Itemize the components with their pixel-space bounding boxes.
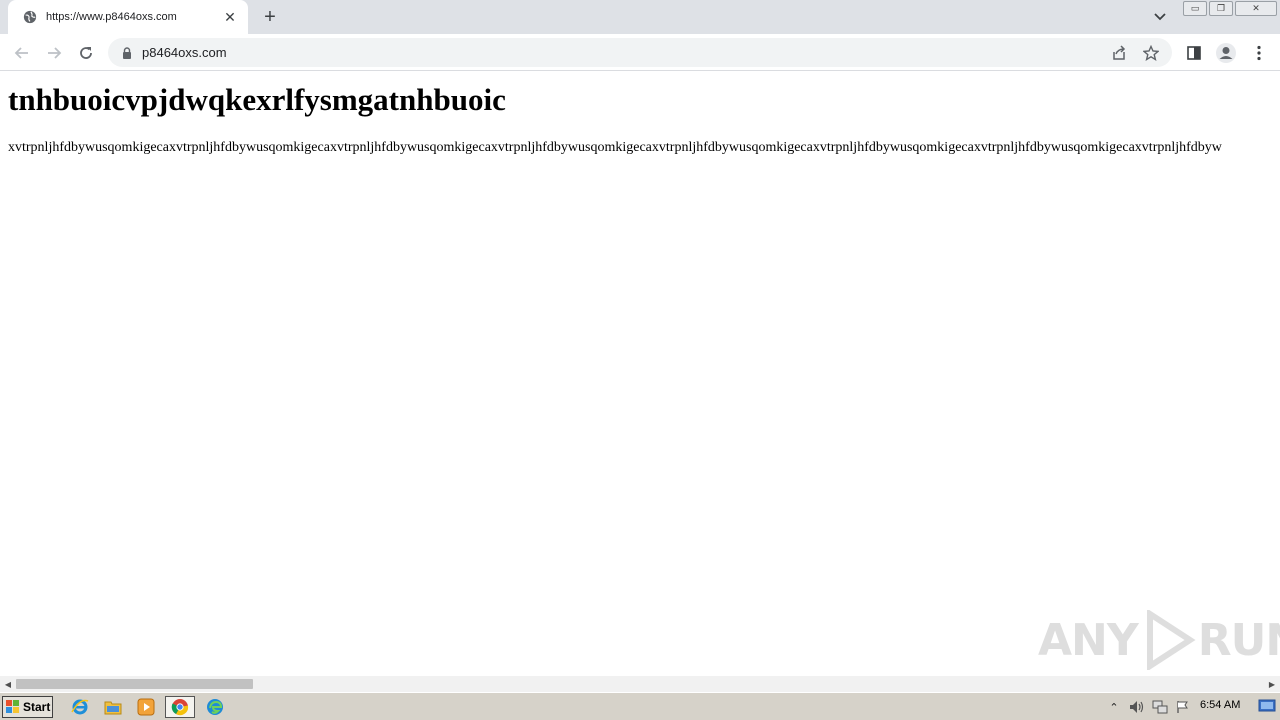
file-explorer-icon[interactable] <box>101 696 125 718</box>
tab-strip: https://www.p8464oxs.com ✕ + ▭ ❐ ✕ <box>0 0 1280 34</box>
show-desktop-icon[interactable] <box>1258 699 1276 713</box>
minimize-button[interactable]: ▭ <box>1183 1 1207 16</box>
volume-icon[interactable] <box>1127 698 1147 716</box>
kebab-menu-icon[interactable] <box>1247 41 1271 65</box>
browser-tab-active[interactable]: https://www.p8464oxs.com ✕ <box>8 0 248 34</box>
side-panel-icon[interactable] <box>1182 41 1206 65</box>
horizontal-scrollbar[interactable]: ◀ ▶ <box>0 676 1280 692</box>
start-button[interactable]: Start <box>2 696 53 718</box>
taskbar: Start ⌃ 6:54 AM <box>0 692 1280 720</box>
url-text[interactable]: p8464oxs.com <box>142 45 1108 60</box>
new-tab-button[interactable]: + <box>258 6 282 28</box>
reload-button[interactable] <box>75 42 97 64</box>
play-logo-icon <box>1146 610 1196 670</box>
chrome-taskbar-icon[interactable] <box>165 696 195 718</box>
windows-flag-icon <box>6 700 19 713</box>
address-bar[interactable]: p8464oxs.com <box>108 38 1172 67</box>
watermark-text-right: RUN <box>1197 614 1280 666</box>
reload-icon <box>80 47 92 59</box>
close-window-button[interactable]: ✕ <box>1235 1 1277 16</box>
browser-toolbar: p8464oxs.com <box>0 34 1280 71</box>
tab-title: https://www.p8464oxs.com <box>46 11 177 23</box>
arrow-right-icon <box>48 47 62 59</box>
page-content: tnhbuoicvpjdwqkexrlfysmgatnhbuoic xvtrpn… <box>0 72 1280 676</box>
back-button[interactable] <box>11 42 33 64</box>
share-icon[interactable] <box>1108 42 1130 64</box>
scrollbar-thumb[interactable] <box>16 679 253 689</box>
anyrun-watermark: ANY RUN <box>1038 608 1280 672</box>
tab-search-chevron-icon[interactable] <box>1150 8 1170 26</box>
profile-icon[interactable] <box>1214 41 1238 65</box>
action-center-flag-icon[interactable] <box>1173 698 1193 716</box>
taskbar-clock[interactable]: 6:54 AM <box>1200 699 1240 711</box>
internet-explorer-icon[interactable] <box>68 696 92 718</box>
scroll-right-icon[interactable]: ▶ <box>1264 676 1280 692</box>
page-paragraph: xvtrpnljhfdbywusqomkigecaxvtrpnljhfdbywu… <box>8 140 1222 155</box>
globe-icon <box>22 9 38 25</box>
arrow-left-icon <box>14 47 28 59</box>
forward-button[interactable] <box>43 42 65 64</box>
start-label: Start <box>23 700 51 714</box>
edge-icon[interactable] <box>203 696 227 718</box>
star-icon[interactable] <box>1140 42 1162 64</box>
lock-icon[interactable] <box>120 46 134 60</box>
tab-close-icon[interactable]: ✕ <box>222 9 238 25</box>
watermark-text-left: ANY <box>1038 614 1139 666</box>
scroll-left-icon[interactable]: ◀ <box>0 676 16 692</box>
page-heading: tnhbuoicvpjdwqkexrlfysmgatnhbuoic <box>8 82 506 117</box>
window-controls: ▭ ❐ ✕ <box>1183 1 1277 16</box>
media-player-icon[interactable] <box>134 696 158 718</box>
show-hidden-icons-chevron-icon[interactable]: ⌃ <box>1104 698 1124 716</box>
network-icon[interactable] <box>1150 698 1170 716</box>
restore-button[interactable]: ❐ <box>1209 1 1233 16</box>
system-tray: ⌃ <box>1104 696 1196 718</box>
